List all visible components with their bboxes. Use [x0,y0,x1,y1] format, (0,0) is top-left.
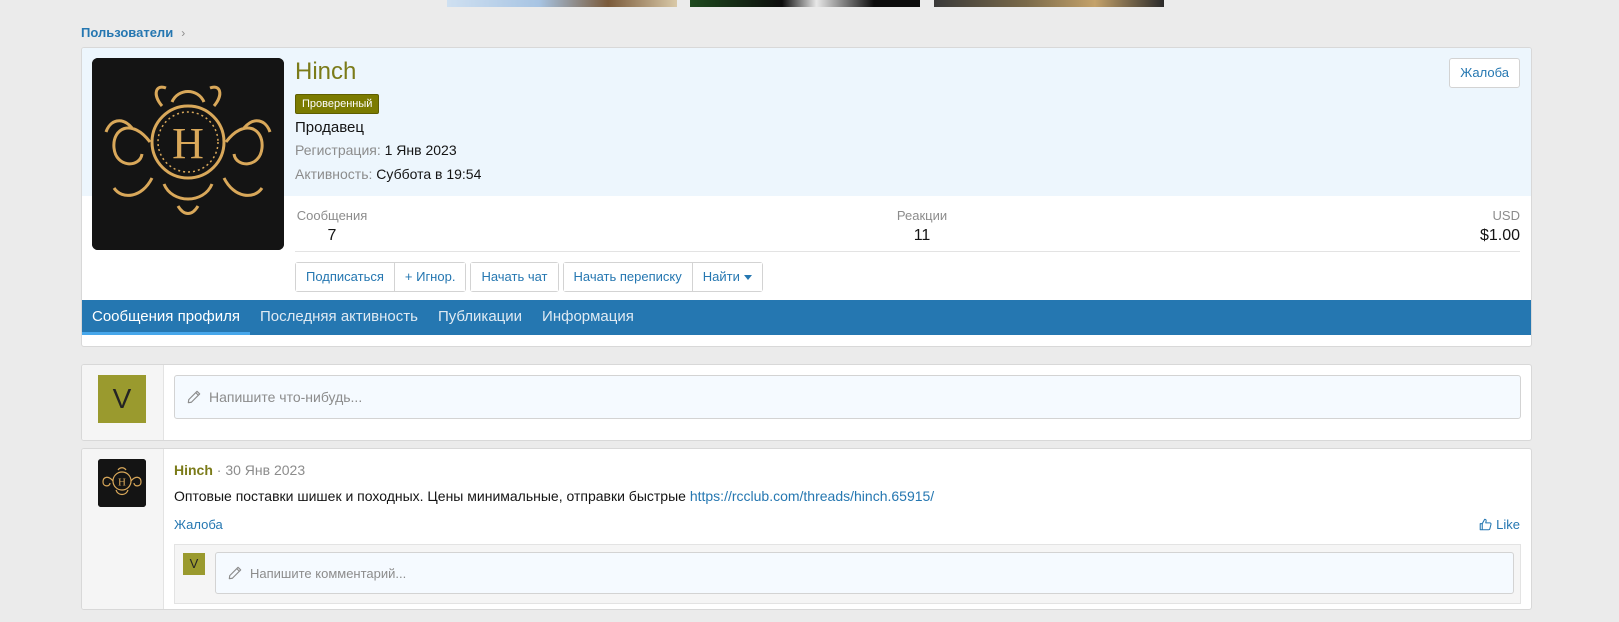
divider [295,251,1520,252]
avatar-emblem-icon: H [92,58,284,250]
find-button[interactable]: Найти [691,263,762,291]
comment-input-placeholder: Напишите комментарий... [250,565,407,581]
stat-messages-value: 7 [327,227,337,244]
stat-reactions-label: Реакции [896,208,948,223]
post-body: Оптовые поставки шишек и походных. Цены … [174,488,934,504]
activity-label: Активность: [295,166,373,182]
stat-messages-label: Сообщения [296,208,368,223]
conversation-find-group: Начать переписку Найти [562,262,763,292]
comment-input[interactable]: Напишите комментарий... [215,552,1514,594]
post-date[interactable]: 30 Янв 2023 [225,462,305,478]
stat-usd: USD $1.00 [1480,208,1520,245]
like-label: Like [1496,517,1520,532]
ad-banner[interactable] [934,0,1164,7]
registration-label: Регистрация: [295,142,381,158]
tab-publications[interactable]: Публикации [428,300,532,335]
start-chat-button[interactable]: Начать чат [471,263,558,291]
status-composer: V Напишите что-нибудь... [81,364,1532,441]
avatar-emblem-icon: H [98,459,146,507]
stat-reactions-value: 11 [913,227,931,244]
post-meta: Hinch · 30 Янв 2023 [174,462,305,478]
post-author-link[interactable]: Hinch [174,462,213,478]
profile-card: H Hinch Проверенный Продавец Регистрация… [81,47,1532,347]
status-input-placeholder: Напишите что-нибудь... [209,389,363,405]
stat-reactions: Реакции 11 [892,208,952,245]
comment-user-avatar[interactable]: V [183,553,205,575]
pencil-icon [228,566,242,580]
activity-row: Активность: Суббота в 19:54 [295,166,481,182]
user-title: Продавец [295,119,364,136]
tab-latest-activity[interactable]: Последняя активность [250,300,428,335]
profile-post: H Hinch · 30 Янв 2023 Оптовые поставки ш… [81,448,1532,610]
comment-box: V Напишите комментарий... [174,544,1521,604]
stat-usd-value: $1.00 [1479,227,1520,244]
tab-profile-posts[interactable]: Сообщения профиля [82,300,250,335]
svg-text:H: H [172,119,204,168]
tab-information[interactable]: Информация [532,300,644,335]
find-button-label: Найти [702,269,740,284]
post-date-separator: · [212,462,226,478]
thumbs-up-icon [1479,518,1492,531]
post-body-text: Оптовые поставки шишек и походных. Цены … [174,488,690,504]
ad-banner[interactable] [447,0,677,7]
profile-actions: Подписаться + Игнор. Начать чат Начать п… [295,262,763,292]
follow-button[interactable]: Подписаться [296,263,394,291]
start-conversation-button[interactable]: Начать переписку [563,263,692,291]
post-avatar-column: H [82,449,164,609]
profile-username: Hinch [295,58,357,85]
verified-badge: Проверенный [295,94,380,114]
status-input[interactable]: Напишите что-нибудь... [174,375,1521,419]
profile-tabs: Сообщения профиля Последняя активность П… [82,300,1531,335]
stat-usd-label: USD [1492,208,1520,223]
chat-group: Начать чат [470,262,559,292]
breadcrumb-link-users[interactable]: Пользователи [81,25,173,40]
composer-avatar-column: V [82,365,164,440]
follow-ignore-group: Подписаться + Игнор. [295,262,467,292]
current-user-avatar[interactable]: V [98,375,146,423]
ad-banner[interactable] [690,0,920,7]
ignore-button[interactable]: + Игнор. [393,263,466,291]
report-button[interactable]: Жалоба [1449,58,1520,88]
post-author-avatar[interactable]: H [98,459,146,507]
svg-text:H: H [118,477,126,489]
stat-messages[interactable]: Сообщения 7 [295,208,369,245]
post-link[interactable]: https://rcclub.com/threads/hinch.65915/ [690,488,934,504]
chevron-right-icon: › [181,25,186,40]
breadcrumb: Пользователи › [81,25,185,40]
caret-down-icon [743,275,752,281]
registration-value: 1 Янв 2023 [384,142,457,158]
activity-value: Суббота в 19:54 [376,166,482,182]
registration-row: Регистрация: 1 Янв 2023 [295,142,457,158]
pencil-icon [187,390,201,404]
profile-avatar[interactable]: H [92,58,284,250]
post-report-link[interactable]: Жалоба [174,517,223,532]
like-button[interactable]: Like [1479,517,1520,532]
